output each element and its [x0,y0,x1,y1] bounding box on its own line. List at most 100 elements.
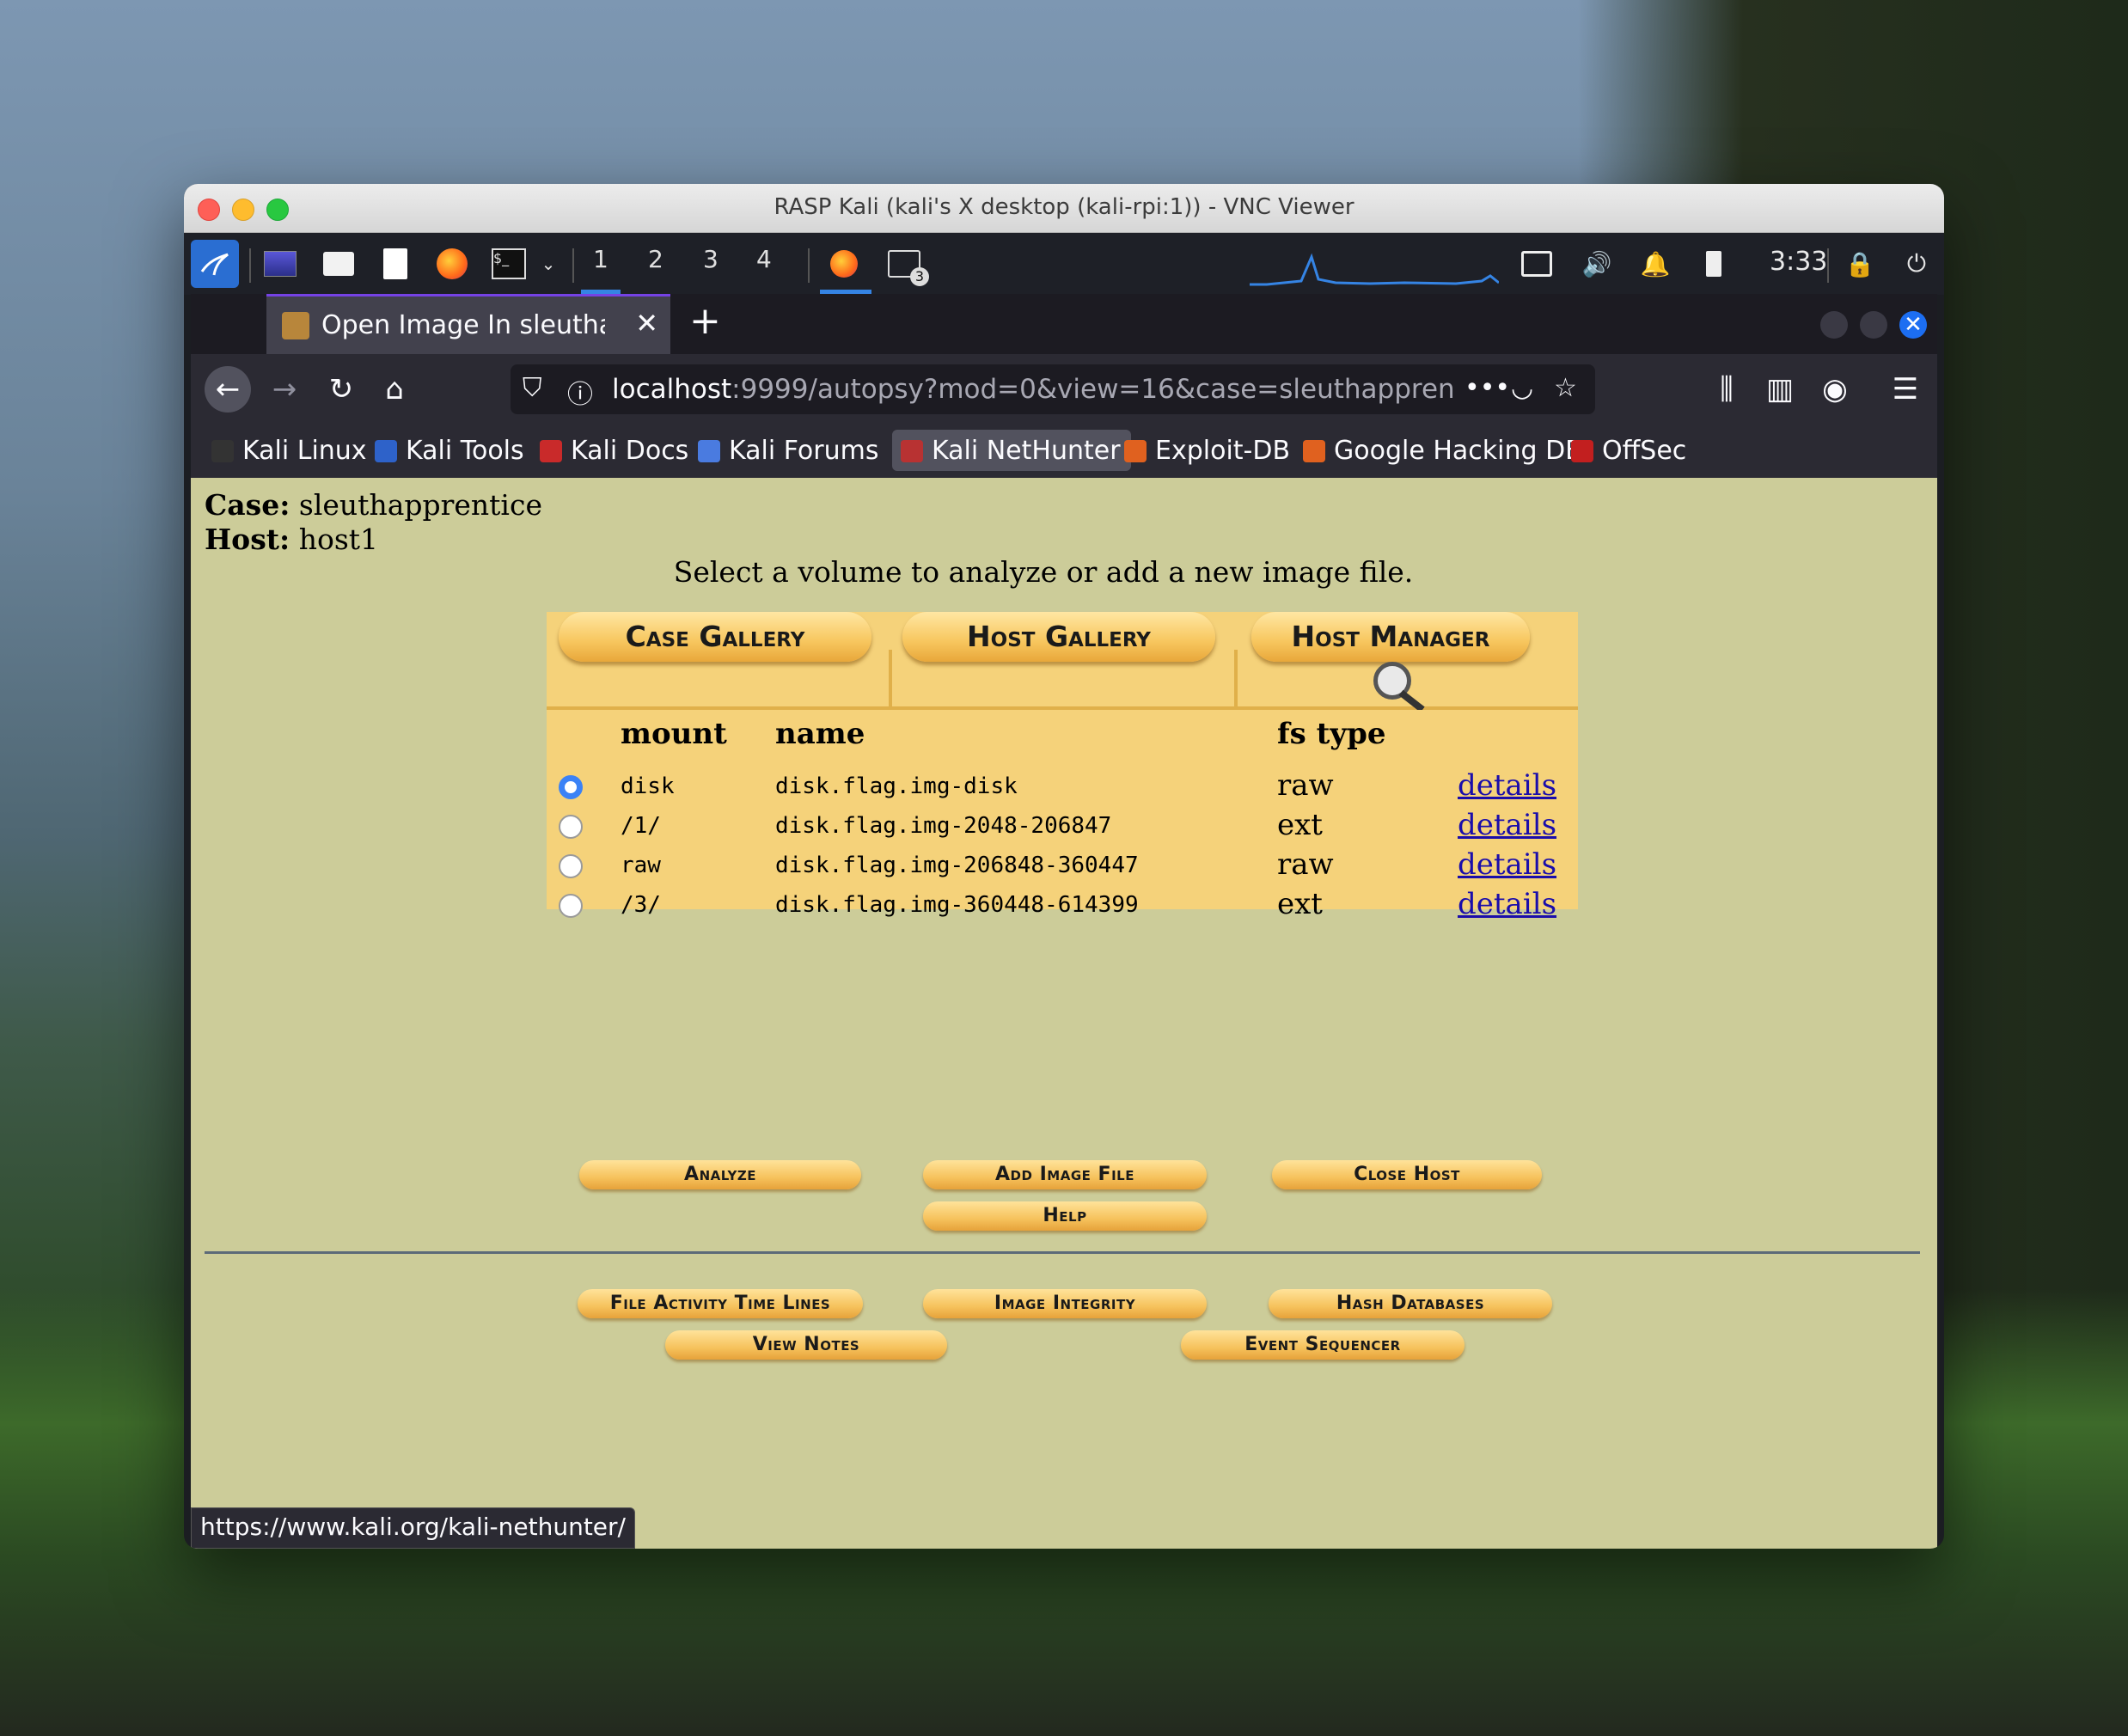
table-row: raw disk.flag.img-206848-360447 raw deta… [547,847,1578,887]
volume-radio[interactable] [559,775,583,799]
volume-name: disk.flag.img-206848-360447 [775,853,1139,878]
close-browser-button[interactable]: ✕ [1899,311,1927,339]
minimize-browser-button[interactable] [1820,311,1848,339]
bookmark-kali-tools[interactable]: Kali Tools [366,430,535,471]
volume-radio[interactable] [559,854,583,878]
volume-mount: disk [621,773,675,799]
chevron-down-icon[interactable]: ⌄ [531,247,566,281]
page-prompt: Select a volume to analyze or add a new … [673,555,1414,589]
url-bar[interactable]: ⛉ ⓘ localhost:9999/autopsy?mod=0&view=16… [511,364,1595,414]
hamburger-menu-icon[interactable]: ☰ [1882,366,1929,413]
col-mount: mount [621,717,727,751]
close-host-button[interactable]: Close Host [1272,1160,1542,1189]
event-sequencer-button[interactable]: Event Sequencer [1181,1330,1465,1360]
browser-navbar: ← → ↻ ⌂ ⛉ ⓘ localhost:9999/autopsy?mod=0… [191,354,1937,425]
bookmark-star-icon[interactable]: ☆ [1554,373,1577,403]
add-image-file-button[interactable]: Add Image File [923,1160,1207,1189]
gallery-tabs: Case Gallery Host Gallery Host Manager [547,612,1578,712]
host-gallery-button[interactable]: Host Gallery [902,612,1215,662]
volume-fs-type: raw [1277,847,1334,882]
file-manager-icon[interactable] [321,247,356,281]
table-row: disk disk.flag.img-disk raw details [547,768,1578,808]
details-link[interactable]: details [1458,847,1556,882]
analyze-button[interactable]: Analyze [579,1160,861,1189]
info-icon[interactable]: ⓘ [567,373,593,411]
battery-icon[interactable] [1697,247,1731,281]
host-line: Host: host1 [205,523,379,556]
shield-icon[interactable]: ⛉ [523,373,542,403]
workspace-1[interactable]: 1 [593,245,608,273]
home-icon[interactable]: ⌂ [371,366,418,413]
sidebar-icon[interactable]: ▥ [1757,366,1803,413]
bookmark-offsec[interactable]: OffSec [1562,430,1697,471]
volume-name: disk.flag.img-360448-614399 [775,892,1139,918]
pocket-icon[interactable]: ◡ [1511,373,1533,403]
back-arrow-icon[interactable]: ← [205,366,251,413]
details-link[interactable]: details [1458,768,1556,803]
terminal-launcher-icon[interactable]: $_ [492,247,526,281]
panel-clock[interactable]: 3:33 [1770,247,1827,277]
autopsy-favicon-icon [282,312,309,339]
tab-close-icon[interactable]: ✕ [635,307,658,339]
bookmark-kali-linux[interactable]: Kali Linux [203,430,377,471]
image-integrity-button[interactable]: Image Integrity [923,1289,1207,1318]
reload-icon[interactable]: ↻ [318,366,364,413]
volume-radio[interactable] [559,894,583,918]
terminal-task-icon[interactable]: 3 [887,247,929,286]
desktop-icon[interactable] [263,247,297,281]
desktop-panel: $_ ⌄ 1 2 3 4 3 🔊 🔔 3:33 🔒 ⏻ [184,233,1944,295]
nethunter-icon [901,440,923,462]
view-notes-button[interactable]: View Notes [665,1330,947,1360]
forward-arrow-icon[interactable]: → [261,366,308,413]
col-name: name [775,717,865,751]
firefox-launcher-icon[interactable] [435,247,469,281]
ghdb-icon [1303,440,1325,462]
magnifier-handle [1398,689,1425,712]
library-icon[interactable]: ⫼ [1703,366,1750,413]
bookmark-google-hacking-db[interactable]: Google Hacking DB [1294,430,1593,471]
bookmark-exploit-db[interactable]: Exploit-DB [1116,430,1300,471]
host-manager-button[interactable]: Host Manager [1251,612,1530,662]
page-actions-icon[interactable]: ••• [1465,373,1510,403]
kali-forums-icon [698,440,720,462]
workspace-3[interactable]: 3 [703,245,719,273]
volume-fs-type: raw [1277,768,1334,803]
bookmarks-bar: Kali Linux Kali Tools Kali Docs Kali For… [191,425,1937,479]
volume-fs-type: ext [1277,808,1323,842]
account-icon[interactable]: ◉ [1812,366,1858,413]
lock-icon[interactable]: 🔒 [1843,247,1877,281]
workspace-2[interactable]: 2 [648,245,663,273]
table-row: /1/ disk.flag.img-2048-206847 ext detail… [547,808,1578,847]
kali-menu-icon[interactable] [191,240,239,288]
offsec-icon [1571,440,1593,462]
section-divider [205,1251,1920,1254]
volume-fs-type: ext [1277,887,1323,921]
cpu-graph [1250,253,1499,286]
hash-databases-button[interactable]: Hash Databases [1269,1289,1552,1318]
firefox-task-icon[interactable] [827,247,861,281]
bookmark-kali-nethunter[interactable]: Kali NetHunter [892,430,1131,471]
details-link[interactable]: details [1458,887,1556,921]
volume-icon[interactable]: 🔊 [1580,247,1614,281]
text-editor-icon[interactable] [378,247,413,281]
new-tab-button[interactable]: + [689,299,721,343]
case-gallery-button[interactable]: Case Gallery [559,612,871,662]
volume-radio[interactable] [559,815,583,839]
file-activity-timelines-button[interactable]: File Activity Time Lines [578,1289,863,1318]
bookmark-kali-forums[interactable]: Kali Forums [689,430,889,471]
display-icon[interactable] [1520,247,1554,281]
vnc-title: RASP Kali (kali's X desktop (kali-rpi:1)… [774,194,1354,220]
case-line: Case: sleuthapprentice [205,488,543,522]
maximize-browser-button[interactable] [1860,311,1887,339]
url-text[interactable]: localhost:9999/autopsy?mod=0&view=16&cas… [612,374,1454,405]
col-fs-type: fs type [1277,717,1386,751]
notifications-bell-icon[interactable]: 🔔 [1638,247,1672,281]
link-status-bar: https://www.kali.org/kali-nethunter/ [191,1507,635,1549]
details-link[interactable]: details [1458,808,1556,842]
workspace-4[interactable]: 4 [756,245,772,273]
help-button[interactable]: Help [923,1201,1207,1231]
kali-tools-icon [375,440,397,462]
bookmark-kali-docs[interactable]: Kali Docs [531,430,699,471]
tab-open-image[interactable]: Open Image In sleuthapp ✕ [266,294,670,354]
logout-icon[interactable]: ⏻ [1899,247,1934,281]
